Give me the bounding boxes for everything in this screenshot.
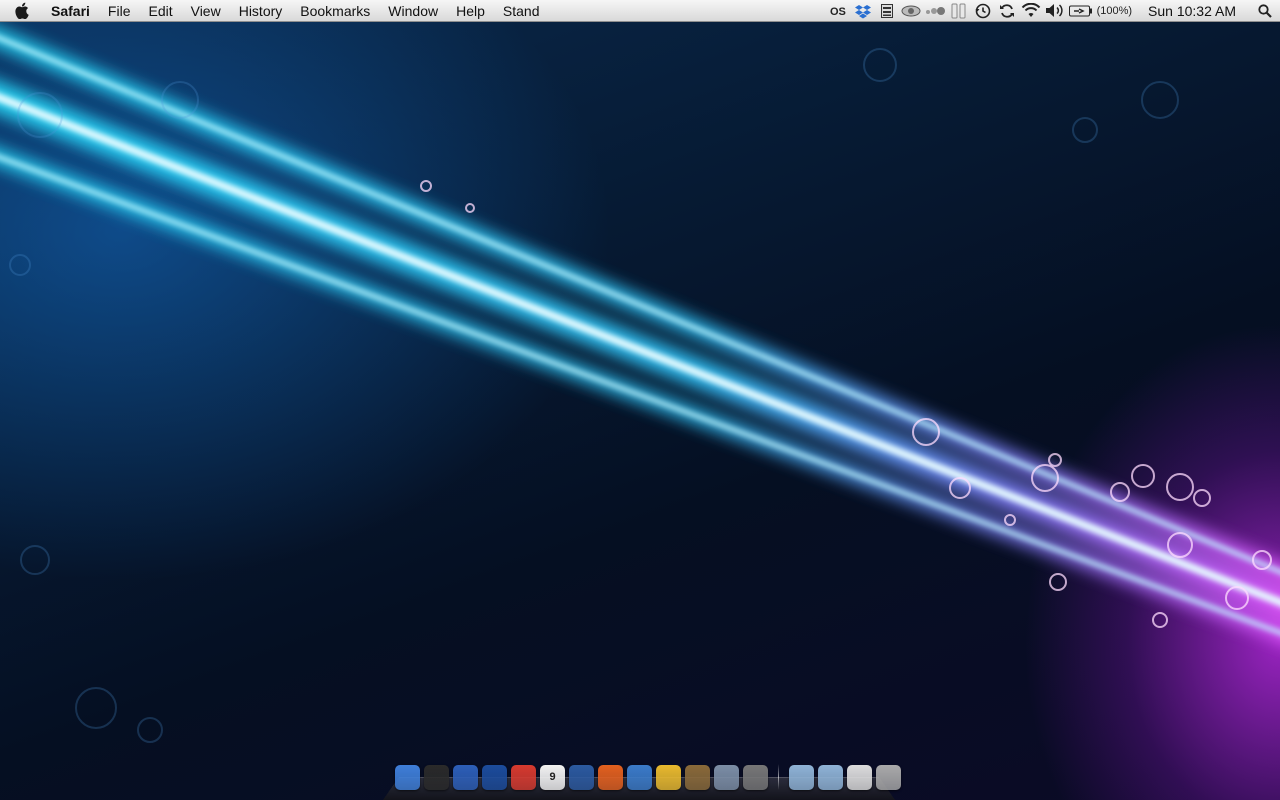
menu-view[interactable]: View: [182, 0, 230, 22]
menu-help[interactable]: Help: [447, 0, 494, 22]
calendar-icon[interactable]: 9: [540, 765, 565, 790]
time-machine-icon[interactable]: [971, 0, 995, 22]
dock: 9: [383, 762, 895, 800]
menu-history[interactable]: History: [230, 0, 292, 22]
istat-icon[interactable]: [875, 0, 899, 22]
menu-bar-status: OS (100%) Sun 10:32 AM: [827, 0, 1280, 22]
dock-separator: [778, 764, 779, 790]
flower-app-icon[interactable]: [598, 765, 623, 790]
eye-icon[interactable]: [899, 0, 923, 22]
globe-app-icon[interactable]: [627, 765, 652, 790]
preview-blue-icon[interactable]: [453, 765, 478, 790]
applications-folder-icon[interactable]: [789, 765, 814, 790]
dashboard-icon[interactable]: [424, 765, 449, 790]
finder-icon[interactable]: [395, 765, 420, 790]
desktop-wallpaper: [0, 0, 1280, 800]
gmail-icon[interactable]: [511, 765, 536, 790]
menu-edit[interactable]: Edit: [139, 0, 181, 22]
bars-icon[interactable]: [947, 0, 971, 22]
photo-app-icon[interactable]: [685, 765, 710, 790]
things-icon[interactable]: [569, 765, 594, 790]
svg-text:OS: OS: [830, 6, 846, 17]
menu-clock[interactable]: Sun 10:32 AM: [1140, 3, 1250, 19]
stickies-icon[interactable]: [656, 765, 681, 790]
system-preferences-icon[interactable]: [743, 765, 768, 790]
menu-bar-left: Safari File Edit View History Bookmarks …: [0, 0, 548, 22]
light-streaks: [0, 0, 1280, 800]
downloads-folder-icon[interactable]: [818, 765, 843, 790]
battery-icon[interactable]: [1067, 0, 1095, 22]
menu-stand[interactable]: Stand: [494, 0, 549, 22]
volume-icon[interactable]: [1043, 0, 1067, 22]
trash-icon[interactable]: [876, 765, 901, 790]
spotlight-search-icon[interactable]: [1250, 0, 1280, 22]
apple-menu-icon[interactable]: [0, 0, 42, 22]
obama-icon[interactable]: [482, 765, 507, 790]
menu-app-safari[interactable]: Safari: [42, 0, 99, 22]
lastfm-icon[interactable]: OS: [827, 0, 851, 22]
growl-icon[interactable]: [923, 0, 947, 22]
documents-stack-icon[interactable]: [847, 765, 872, 790]
sync-icon[interactable]: [995, 0, 1019, 22]
menu-bar: Safari File Edit View History Bookmarks …: [0, 0, 1280, 22]
menu-bookmarks[interactable]: Bookmarks: [291, 0, 379, 22]
menu-window[interactable]: Window: [379, 0, 447, 22]
wifi-icon[interactable]: [1019, 0, 1043, 22]
preview-icon[interactable]: [714, 765, 739, 790]
dropbox-icon[interactable]: [851, 0, 875, 22]
menu-file[interactable]: File: [99, 0, 140, 22]
battery-percentage: (100%): [1095, 5, 1140, 17]
dock-icons: 9: [395, 764, 901, 790]
